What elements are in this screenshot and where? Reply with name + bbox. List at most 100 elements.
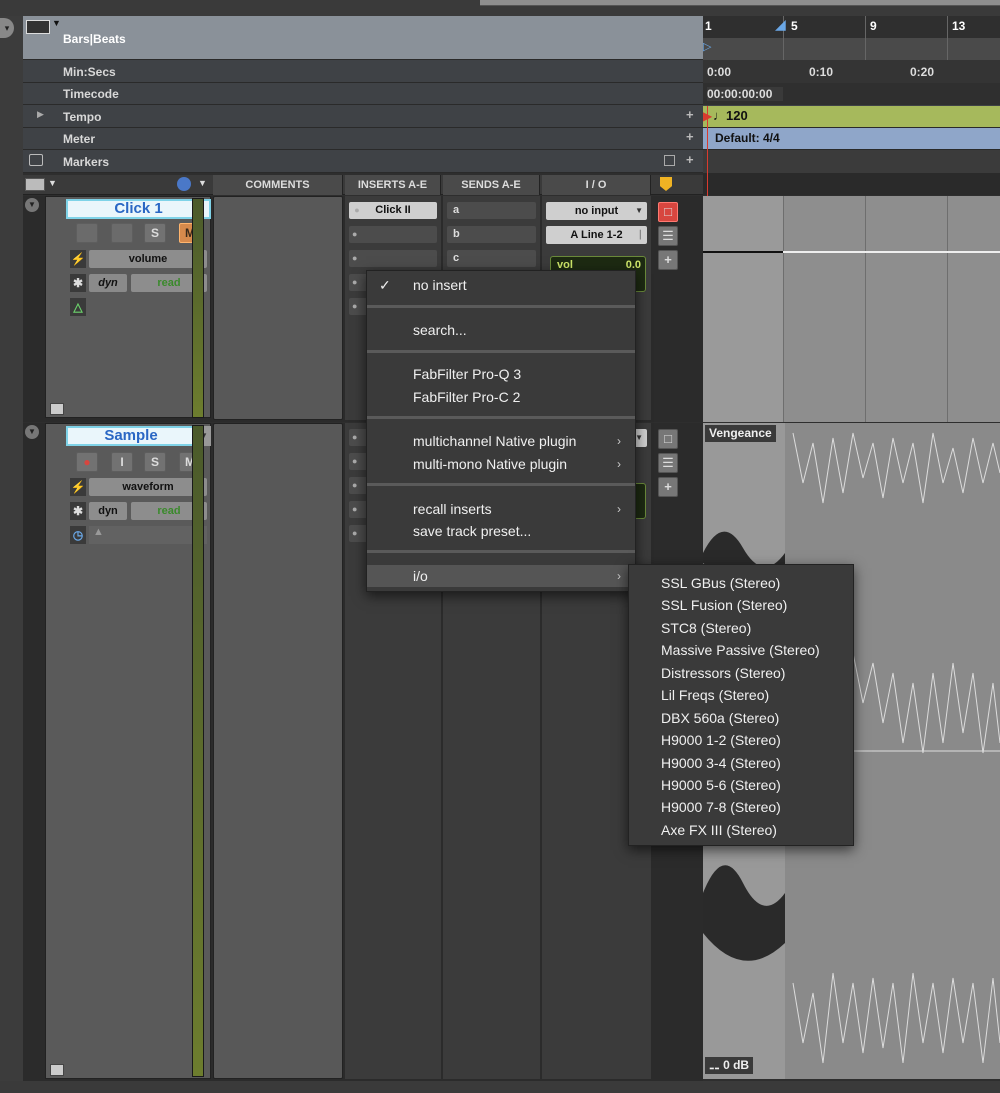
meter-value: Default: 4/4	[715, 131, 780, 145]
playlist-field[interactable]: ▲	[89, 526, 207, 544]
chevron-down-icon[interactable]: ▼	[52, 18, 61, 28]
insert-slot-a[interactable]: ● Click II	[349, 202, 437, 219]
menu-item-no-insert[interactable]: no insert	[367, 274, 635, 296]
menu-item-search[interactable]: search...	[367, 319, 635, 341]
add-tempo-plus-icon[interactable]: +	[686, 107, 694, 122]
insert-bypass-dot[interactable]: ●	[352, 429, 362, 446]
track-resize-icon[interactable]	[50, 403, 64, 415]
insert-bypass-dot[interactable]: ●	[352, 525, 362, 542]
menu-item-fabfilter-pro-q3[interactable]: FabFilter Pro-Q 3	[367, 363, 635, 385]
markers-window-icon[interactable]	[664, 155, 675, 166]
insert-bypass-dot[interactable]: ●	[352, 274, 362, 291]
selection-start-marker-icon[interactable]: ▷	[703, 40, 711, 53]
track-options-icon[interactable]: ▼	[25, 198, 39, 212]
track-view-selector[interactable]: waveform▼	[89, 478, 207, 496]
add-meter-plus-icon[interactable]: +	[686, 129, 694, 144]
io-item[interactable]: H9000 1-2 (Stereo)	[629, 729, 853, 751]
dyn-button[interactable]: dyn	[89, 274, 127, 292]
asterisk-icon[interactable]: ✱	[70, 274, 86, 292]
io-item[interactable]: SSL Fusion (Stereo)	[629, 594, 853, 616]
timebase-clock-icon[interactable]: ◷	[70, 526, 86, 544]
track-name[interactable]: Click 1	[66, 199, 211, 219]
insert-slot-b[interactable]: ●	[349, 226, 437, 243]
solo-button[interactable]: S	[144, 452, 166, 472]
meter-timeline[interactable]: Default: 4/4	[703, 128, 1000, 149]
comment-list-icon[interactable]: ☰	[658, 226, 678, 246]
menu-item-recall-inserts[interactable]: recall inserts ›	[367, 498, 635, 520]
lightning-icon[interactable]: ⚡	[70, 478, 86, 496]
io-item[interactable]: H9000 3-4 (Stereo)	[629, 752, 853, 774]
io-item[interactable]: Lil Freqs (Stereo)	[629, 684, 853, 706]
send-slot-b[interactable]: b	[447, 226, 536, 243]
track-list-toggle-icon[interactable]	[25, 178, 45, 191]
menu-item-fabfilter-pro-c2[interactable]: FabFilter Pro-C 2	[367, 386, 635, 408]
track-resize-icon[interactable]	[50, 1064, 64, 1076]
comments-field[interactable]	[213, 423, 343, 1079]
io-item[interactable]: H9000 7-8 (Stereo)	[629, 796, 853, 818]
column-inserts: INSERTS A-E	[345, 175, 441, 195]
add-plus-icon[interactable]: +	[658, 477, 678, 497]
clip-name[interactable]: Vengeance	[705, 425, 776, 442]
io-item[interactable]: DBX 560a (Stereo)	[629, 707, 853, 729]
io-submenu: SSL GBus (Stereo) SSL Fusion (Stereo) ST…	[628, 564, 854, 846]
track-view-selector[interactable]: volume▼	[89, 250, 207, 268]
bars-ruler-timeline[interactable]: 1 5 9 13 ◢ ▷	[703, 16, 1000, 60]
clock-icon[interactable]	[177, 177, 191, 191]
io-item[interactable]: H9000 5-6 (Stereo)	[629, 774, 853, 796]
click-track-timeline[interactable]	[703, 196, 1000, 422]
track-name[interactable]: Sample	[66, 426, 196, 446]
output-label: A Line 1-2	[570, 229, 623, 241]
gutter-toggle-icon[interactable]: ▾	[0, 18, 14, 38]
comment-list-icon[interactable]: ☰	[658, 453, 678, 473]
comments-field[interactable]	[213, 196, 343, 420]
insert-slot-c[interactable]: ●	[349, 250, 437, 267]
asterisk-icon[interactable]: ✱	[70, 502, 86, 520]
menu-item-label: i/o	[413, 568, 428, 584]
io-item[interactable]: SSL GBus (Stereo)	[629, 572, 853, 594]
menu-item-io[interactable]: i/o ›	[367, 565, 635, 587]
send-slot-a[interactable]: a	[447, 202, 536, 219]
io-item[interactable]: Axe FX III (Stereo)	[629, 819, 853, 841]
markers-timeline[interactable]	[703, 150, 1000, 173]
insert-bypass-dot[interactable]: ●	[352, 250, 362, 267]
menu-item-save-track-preset[interactable]: save track preset...	[367, 520, 635, 542]
selection-end-marker-icon[interactable]: ◢	[775, 16, 786, 33]
add-plus-icon[interactable]: +	[658, 250, 678, 270]
record-enable-button[interactable]: ●	[76, 452, 98, 472]
insert-bypass-dot[interactable]: ●	[352, 453, 362, 470]
insert-bypass-dot[interactable]: ●	[352, 226, 362, 243]
shield-icon[interactable]	[660, 177, 672, 191]
menu-item-multichannel[interactable]: multichannel Native plugin ›	[367, 430, 635, 452]
solo-button[interactable]: S	[144, 223, 166, 243]
add-marker-plus-icon[interactable]: +	[686, 152, 694, 167]
insert-bypass-dot[interactable]: ●	[352, 477, 362, 494]
send-slot-c[interactable]: c	[447, 250, 536, 267]
scroll-overview-bar[interactable]	[480, 0, 1000, 6]
io-item[interactable]: Distressors (Stereo)	[629, 662, 853, 684]
time-mark: 0:10	[809, 65, 834, 79]
record-enable-icon[interactable]: □	[658, 429, 678, 449]
tempo-timeline[interactable]: ▶ ♩120	[703, 106, 1000, 127]
markers-list-icon[interactable]	[29, 154, 43, 166]
insert-bypass-dot[interactable]: ●	[352, 298, 362, 315]
insert-bypass-dot[interactable]: ●	[352, 202, 362, 219]
input-selector[interactable]: no input ▼	[546, 202, 647, 220]
expand-triangle-icon[interactable]: ▶	[37, 109, 44, 120]
ruler-menu-icon[interactable]	[26, 20, 50, 34]
chevron-down-icon[interactable]: ▼	[48, 178, 57, 188]
timecode-timeline[interactable]: 00:00:00:00	[703, 83, 1000, 105]
insert-bypass-dot[interactable]: ●	[352, 501, 362, 518]
io-item[interactable]: STC8 (Stereo)	[629, 617, 853, 639]
lightning-icon[interactable]: ⚡	[70, 250, 86, 268]
chevron-down-icon[interactable]: ▼	[198, 178, 207, 188]
record-enable-icon[interactable]: □	[658, 202, 678, 222]
io-item[interactable]: Massive Passive (Stereo)	[629, 639, 853, 661]
menu-item-multi-mono[interactable]: multi-mono Native plugin ›	[367, 453, 635, 475]
bottom-scrollbar[interactable]	[0, 1081, 1000, 1093]
min-secs-timeline[interactable]: 0:00 0:10 0:20	[703, 60, 1000, 83]
output-selector[interactable]: A Line 1-2 │	[546, 226, 647, 244]
dyn-button[interactable]: dyn	[89, 502, 127, 520]
input-monitor-button[interactable]: I	[111, 452, 133, 472]
track-options-icon[interactable]: ▼	[25, 425, 39, 439]
clip-gain[interactable]: ⚋ 0 dB	[705, 1057, 754, 1074]
